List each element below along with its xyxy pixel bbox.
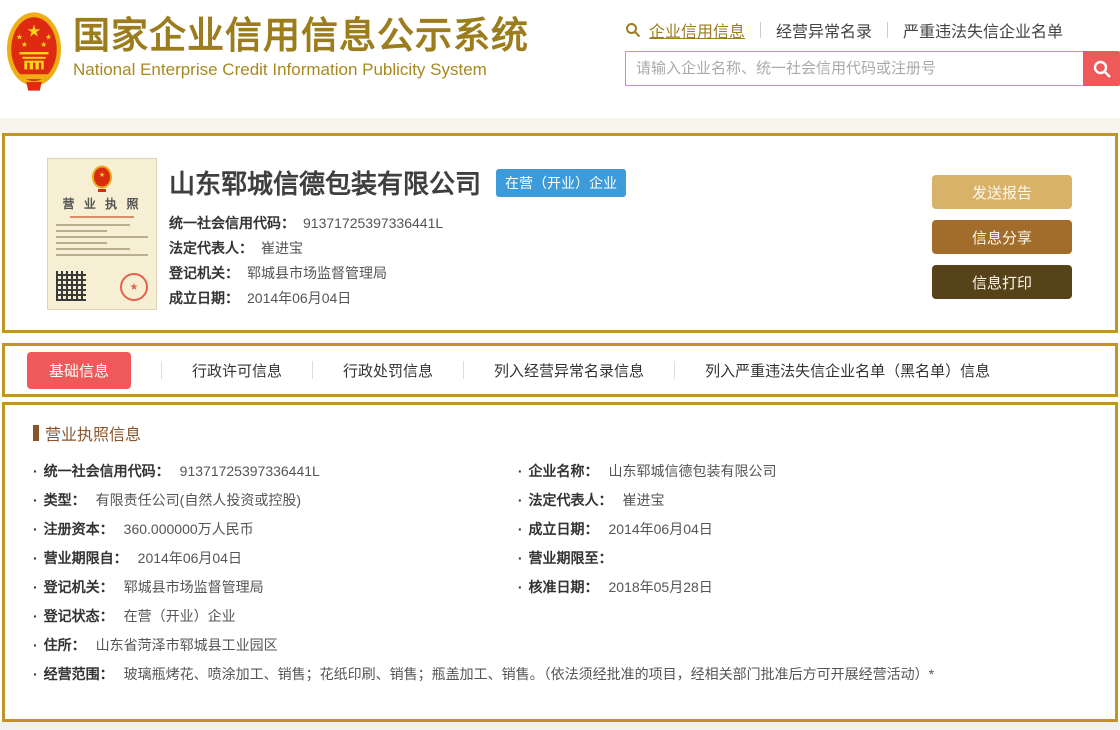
detail-row-registration-authority: 登记机关： 郓城县市场监督管理局 bbox=[33, 573, 518, 602]
field-label: 注册资本： bbox=[43, 521, 114, 537]
search-area: 企业信用信息 经营异常名录 严重违法失信企业名单 bbox=[625, 8, 1120, 118]
field-value: 360.000000万人民币 bbox=[123, 521, 254, 537]
license-detail-grid: 统一社会信用代码： 91371725397336441L 企业名称： 山东郓城信德包… bbox=[33, 457, 1087, 689]
field-label: 成立日期： bbox=[169, 290, 239, 306]
nav-link-abnormal-operations[interactable]: 经营异常名录 bbox=[776, 18, 872, 42]
field-label: 登记状态： bbox=[43, 608, 114, 624]
header-divider-strip bbox=[0, 118, 1120, 133]
tab-abnormal-operations-list[interactable]: 列入经营异常名录信息 bbox=[494, 360, 644, 381]
tab-separator bbox=[161, 361, 163, 379]
field-label: 核准日期： bbox=[528, 579, 599, 595]
svg-text:★: ★ bbox=[99, 171, 105, 179]
detail-row-approval-date: 核准日期： 2018年05月28日 bbox=[518, 573, 1087, 602]
detail-row-registration-status: 登记状态： 在营（开业）企业 bbox=[33, 602, 1087, 631]
nav-separator bbox=[887, 22, 889, 38]
svg-text:★: ★ bbox=[40, 40, 47, 49]
field-label: 法定代表人： bbox=[528, 492, 613, 508]
field-label: 登记机关： bbox=[169, 265, 239, 281]
status-badge: 在营（开业）企业 bbox=[496, 168, 627, 197]
detail-row-address: 住所： 山东省菏泽市郓城县工业园区 bbox=[33, 631, 1087, 660]
tab-administrative-license[interactable]: 行政许可信息 bbox=[192, 360, 282, 381]
field-value: 崔进宝 bbox=[261, 240, 303, 256]
detail-row-credit-code: 统一社会信用代码： 91371725397336441L bbox=[33, 457, 518, 486]
field-label: 成立日期： bbox=[528, 521, 599, 537]
search-button[interactable] bbox=[1083, 51, 1120, 86]
field-value: 山东郓城信德包装有限公司 bbox=[608, 463, 777, 479]
info-share-button[interactable]: 信息分享 bbox=[932, 220, 1072, 254]
field-label: 法定代表人： bbox=[169, 240, 253, 256]
tab-administrative-penalty[interactable]: 行政处罚信息 bbox=[343, 360, 433, 381]
section-header: 营业执照信息 bbox=[33, 421, 1087, 445]
field-value: 91371725397336441L bbox=[303, 215, 444, 231]
field-value: 在营（开业）企业 bbox=[123, 608, 236, 624]
license-serial-line bbox=[69, 216, 135, 218]
search-input[interactable] bbox=[625, 51, 1083, 86]
page-subtitle: National Enterprise Credit Information P… bbox=[73, 59, 487, 79]
field-value: 2014年06月04日 bbox=[137, 550, 242, 566]
search-bar bbox=[625, 51, 1120, 86]
field-value: 91371725397336441L bbox=[179, 463, 320, 479]
field-value: 崔进宝 bbox=[622, 492, 665, 508]
detail-row-establish-date: 成立日期： 2014年06月04日 bbox=[518, 515, 1087, 544]
field-label: 统一社会信用代码： bbox=[169, 215, 295, 231]
field-label: 登记机关： bbox=[43, 579, 114, 595]
spacer bbox=[0, 333, 1120, 343]
section-title: 营业执照信息 bbox=[45, 427, 142, 444]
detail-row-company-name: 企业名称： 山东郓城信德包装有限公司 bbox=[518, 457, 1087, 486]
red-stamp-icon: ★ bbox=[120, 273, 148, 301]
brand: ★ ★ ★ ★ ★ 国家企业信用信息公示系统 National Enterpri… bbox=[5, 8, 529, 118]
header: ★ ★ ★ ★ ★ 国家企业信用信息公示系统 National Enterpri… bbox=[0, 0, 1120, 118]
nav-link-serious-violations[interactable]: 严重违法失信企业名单 bbox=[903, 18, 1063, 42]
svg-text:★: ★ bbox=[21, 40, 28, 49]
detail-row-legal-rep: 法定代表人： 崔进宝 bbox=[518, 486, 1087, 515]
detail-row-registered-capital: 注册资本： 360.000000万人民币 bbox=[33, 515, 518, 544]
field-value: 2018年05月28日 bbox=[608, 579, 713, 595]
field-label: 经营范围： bbox=[43, 666, 114, 682]
tab-separator bbox=[674, 361, 676, 379]
emblem-icon: ★ bbox=[92, 165, 112, 192]
nav-link-enterprise-credit[interactable]: 企业信用信息 bbox=[649, 18, 745, 42]
detail-row-term-from: 营业期限自： 2014年06月04日 bbox=[33, 544, 518, 573]
search-icon bbox=[1093, 60, 1111, 78]
detail-panel: 营业执照信息 统一社会信用代码： 91371725397336441L 企业名称：… bbox=[2, 402, 1118, 722]
field-label: 企业名称： bbox=[528, 463, 599, 479]
field-value: 郓城县市场监督管理局 bbox=[123, 579, 264, 595]
field-label: 统一社会信用代码： bbox=[43, 463, 170, 479]
field-value: 山东省菏泽市郓城县工业园区 bbox=[95, 637, 278, 653]
field-value: 有限责任公司(自然人投资或控股) bbox=[95, 492, 301, 508]
business-license-thumbnail[interactable]: ★ 营 业 执 照 ★ bbox=[47, 158, 157, 310]
field-value: 郓城县市场监督管理局 bbox=[247, 265, 387, 281]
tab-bar: 基础信息 行政许可信息 行政处罚信息 列入经营异常名录信息 列入严重违法失信企业… bbox=[2, 343, 1118, 397]
svg-text:★: ★ bbox=[27, 23, 42, 41]
field-label: 营业期限至： bbox=[528, 550, 613, 566]
field-label: 类型： bbox=[43, 492, 86, 508]
detail-row-type: 类型： 有限责任公司(自然人投资或控股) bbox=[33, 486, 518, 515]
card-action-buttons: 发送报告 信息分享 信息打印 bbox=[932, 175, 1072, 310]
tab-separator bbox=[312, 361, 314, 379]
send-report-button[interactable]: 发送报告 bbox=[932, 175, 1072, 209]
field-label: 营业期限自： bbox=[43, 550, 128, 566]
field-value: 玻璃瓶烤花、喷涂加工、销售；花纸印刷、销售；瓶盖加工、销售。（依法须经批准的项目… bbox=[123, 666, 935, 682]
nav-separator bbox=[760, 22, 762, 38]
field-value: 2014年06月04日 bbox=[247, 290, 352, 306]
page-title: 国家企业信用信息公示系统 bbox=[73, 15, 529, 56]
field-label: 住所： bbox=[43, 637, 86, 653]
info-print-button[interactable]: 信息打印 bbox=[932, 265, 1072, 299]
tab-separator bbox=[463, 361, 465, 379]
section-bar-icon bbox=[33, 425, 39, 441]
qr-code bbox=[56, 271, 86, 301]
national-emblem-icon: ★ ★ ★ ★ ★ bbox=[6, 12, 62, 91]
field-value: 2014年06月04日 bbox=[608, 521, 713, 537]
tab-basic-info[interactable]: 基础信息 bbox=[27, 351, 132, 389]
header-nav: 企业信用信息 经营异常名录 严重违法失信企业名单 bbox=[625, 18, 1120, 42]
company-name: 山东郓城信德包装有限公司 bbox=[169, 169, 482, 199]
license-title: 营 业 执 照 bbox=[62, 197, 142, 211]
company-card: ★ 营 业 执 照 ★ 山东郓城信德包装有限公司 在营（开业）企业 统一社会信用… bbox=[2, 133, 1118, 333]
tab-blacklist[interactable]: 列入严重违法失信企业名单（黑名单）信息 bbox=[705, 360, 990, 381]
detail-row-term-to: 营业期限至： bbox=[518, 544, 1087, 573]
page-bottom-strip bbox=[0, 722, 1120, 730]
detail-row-business-scope: 经营范围： 玻璃瓶烤花、喷涂加工、销售；花纸印刷、销售；瓶盖加工、销售。（依法须经… bbox=[33, 660, 1087, 689]
search-icon bbox=[625, 22, 641, 38]
